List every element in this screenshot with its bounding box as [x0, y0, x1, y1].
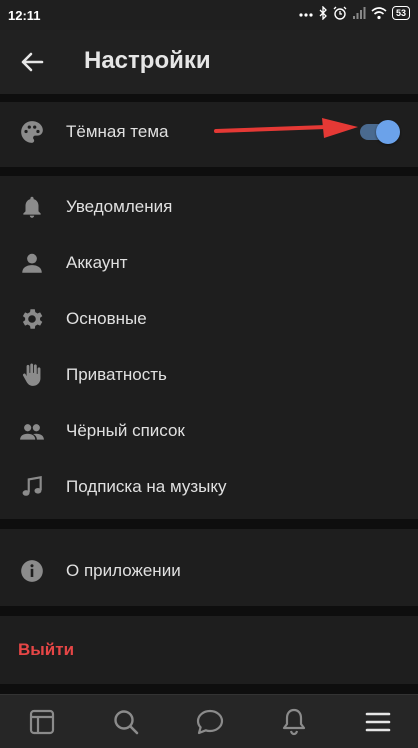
about-section: О приложении [0, 529, 418, 606]
news-icon[interactable] [25, 705, 59, 739]
menu-item-account[interactable]: Аккаунт [0, 235, 418, 291]
bluetooth-icon [319, 6, 327, 20]
music-note-icon [22, 475, 42, 496]
status-icons: 53 [299, 6, 410, 20]
person-icon [22, 253, 42, 273]
logout-button[interactable]: Выйти [0, 622, 418, 678]
annotation-arrow-icon [214, 118, 358, 138]
menu-item-privacy[interactable]: Приватность [0, 347, 418, 403]
wifi-icon [371, 7, 387, 20]
toggle-knob [376, 120, 400, 144]
page-title: Настройки [84, 47, 211, 74]
menu-item-music-subscription[interactable]: Подписка на музыку [0, 459, 418, 515]
palette-icon [21, 121, 43, 143]
status-bar: 12:11 53 [0, 0, 418, 30]
status-time: 12:11 [8, 8, 41, 23]
dark-theme-toggle[interactable] [360, 120, 400, 144]
hand-icon [22, 363, 41, 386]
messages-icon[interactable] [193, 705, 227, 739]
settings-menu: Уведомления Аккаунт Основные Приватность… [0, 176, 418, 519]
menu-item-label: Приватность [66, 365, 167, 384]
logout-section: Выйти [0, 616, 418, 684]
app-bar: Настройки [0, 30, 418, 94]
menu-item-general[interactable]: Основные [0, 291, 418, 347]
alarm-icon [333, 6, 347, 20]
menu-item-notifications[interactable]: Уведомления [0, 179, 418, 235]
people-icon [20, 424, 44, 440]
search-icon[interactable] [109, 705, 143, 739]
notifications-icon[interactable] [277, 705, 311, 739]
dots-icon [299, 13, 313, 17]
about-label: О приложении [66, 561, 181, 580]
menu-item-label: Подписка на музыку [66, 477, 227, 496]
logout-label: Выйти [18, 640, 75, 659]
battery-icon: 53 [391, 6, 410, 20]
menu-item-label: Уведомления [66, 197, 173, 216]
menu-item-label: Чёрный список [66, 421, 185, 440]
arrow-left-icon[interactable] [18, 48, 46, 76]
menu-icon[interactable] [361, 705, 395, 739]
signal-icon [352, 7, 366, 19]
info-icon [21, 560, 43, 582]
menu-item-about[interactable]: О приложении [0, 543, 418, 599]
bottom-tab-bar [0, 694, 418, 748]
menu-item-label: Основные [66, 309, 147, 328]
menu-item-label: Аккаунт [66, 253, 128, 272]
bell-icon [23, 196, 41, 218]
dark-theme-label: Тёмная тема [66, 122, 169, 141]
gear-icon [22, 309, 43, 329]
menu-item-blacklist[interactable]: Чёрный список [0, 403, 418, 459]
